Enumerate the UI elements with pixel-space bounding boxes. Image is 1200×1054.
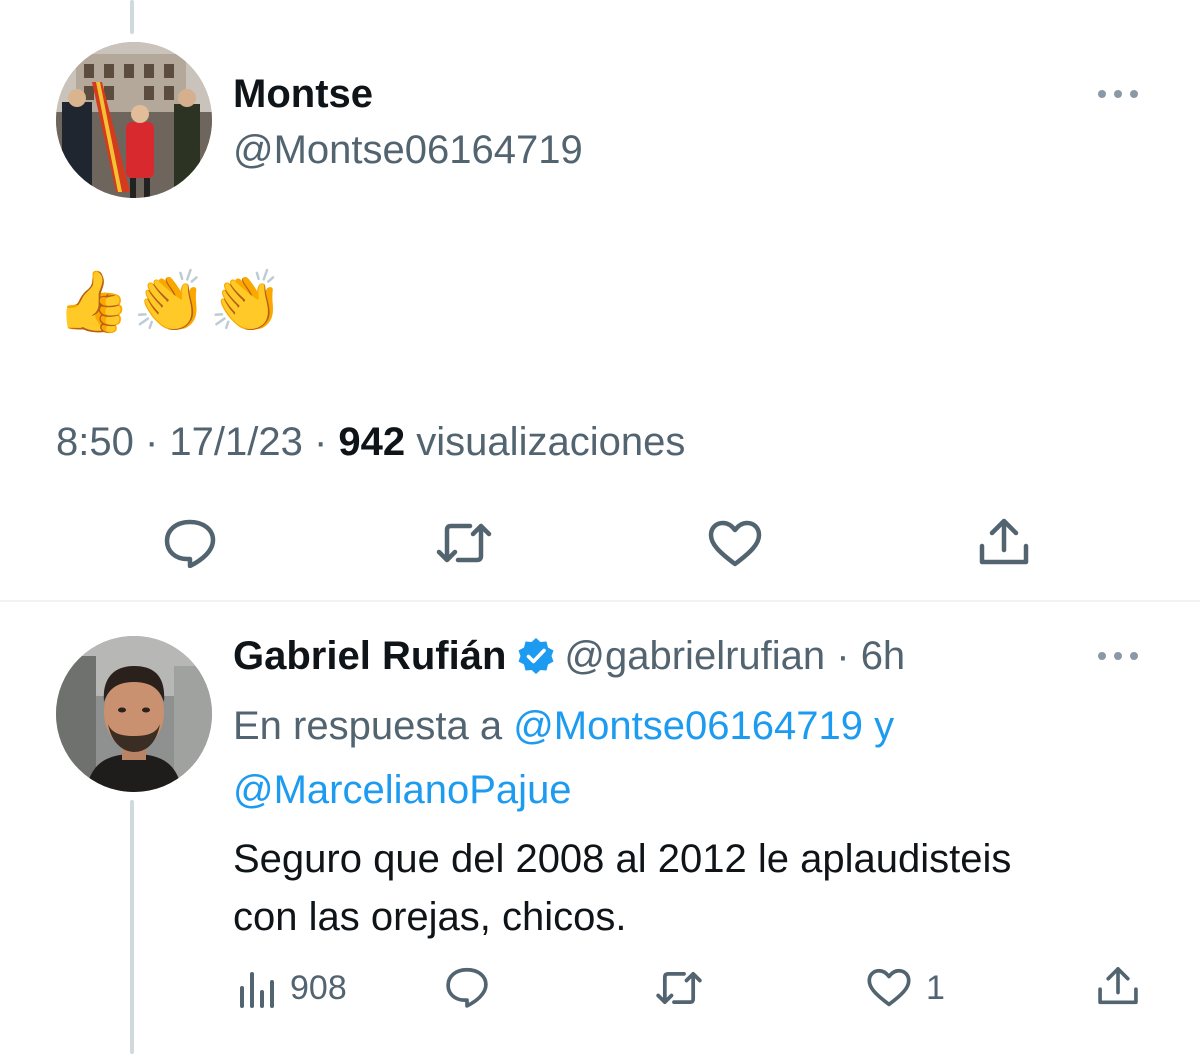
reply-text-line-1: Seguro que del 2008 al 2012 le aplaudist… <box>233 837 1012 881</box>
reply-button[interactable] <box>162 518 218 568</box>
views-icon <box>240 972 274 1008</box>
more-options-button[interactable] <box>1098 88 1138 100</box>
thread-line-reply <box>130 800 134 1054</box>
reply-likes-count: 1 <box>926 969 945 1007</box>
reply-like-button[interactable]: 1 <box>866 968 945 1008</box>
share-icon <box>979 518 1029 565</box>
reply-author-name[interactable]: Gabriel Rufián <box>233 632 506 680</box>
verified-badge-icon <box>518 638 554 674</box>
divider <box>0 600 1200 602</box>
comment-icon <box>164 519 216 568</box>
reply-text: Seguro que del 2008 al 2012 le aplaudist… <box>233 830 1153 946</box>
replying-to-label: En respuesta a <box>233 704 503 748</box>
mention-conjunction[interactable]: y <box>874 704 894 748</box>
share-button[interactable] <box>977 516 1031 568</box>
comment-icon <box>446 967 488 1008</box>
like-icon <box>867 968 911 1007</box>
views-count: 942 <box>338 420 406 464</box>
reply-share-button[interactable] <box>1096 964 1140 1008</box>
thread-line-top <box>130 0 134 34</box>
reply-views-count: 908 <box>290 969 347 1007</box>
more-icon <box>1098 90 1106 98</box>
reply-comment-button[interactable] <box>444 966 490 1008</box>
views-label: visualizaciones <box>416 420 686 464</box>
tweet-time[interactable]: 8:50 <box>56 420 134 464</box>
tweet-date[interactable]: 17/1/23 <box>169 420 302 464</box>
like-icon <box>708 520 762 567</box>
reply-header: Gabriel Rufián @gabrielrufian · 6h <box>233 632 906 680</box>
avatar-montse[interactable] <box>56 42 212 198</box>
reply-retweet-button[interactable] <box>654 968 704 1008</box>
author-handle[interactable]: @Montse06164719 <box>233 126 583 174</box>
reply-text-line-2: con las orejas, chicos. <box>233 895 627 939</box>
tweet-meta: 8:50 · 17/1/23 · 942 visualizaciones <box>56 420 686 464</box>
mention-marceliano[interactable]: @MarcelianoPajue <box>233 768 572 812</box>
like-button[interactable] <box>707 520 763 568</box>
reply-views-button[interactable]: 908 <box>238 968 347 1008</box>
reply-author-handle[interactable]: @gabrielrufian <box>564 632 825 680</box>
replying-to: En respuesta a @Montse06164719 y @Marcel… <box>233 694 1133 822</box>
tweet-text: 👍👏👏 <box>56 267 287 337</box>
more-icon <box>1098 652 1106 660</box>
retweet-button[interactable] <box>434 520 494 566</box>
avatar-gabriel-rufian[interactable] <box>56 636 212 792</box>
share-icon <box>1098 967 1138 1005</box>
reply-more-options-button[interactable] <box>1098 650 1138 662</box>
reply-time[interactable]: 6h <box>861 632 906 680</box>
retweet-icon <box>656 971 702 1005</box>
mention-montse[interactable]: @Montse06164719 <box>513 704 863 748</box>
retweet-icon <box>436 523 492 563</box>
author-name[interactable]: Montse <box>233 70 373 118</box>
